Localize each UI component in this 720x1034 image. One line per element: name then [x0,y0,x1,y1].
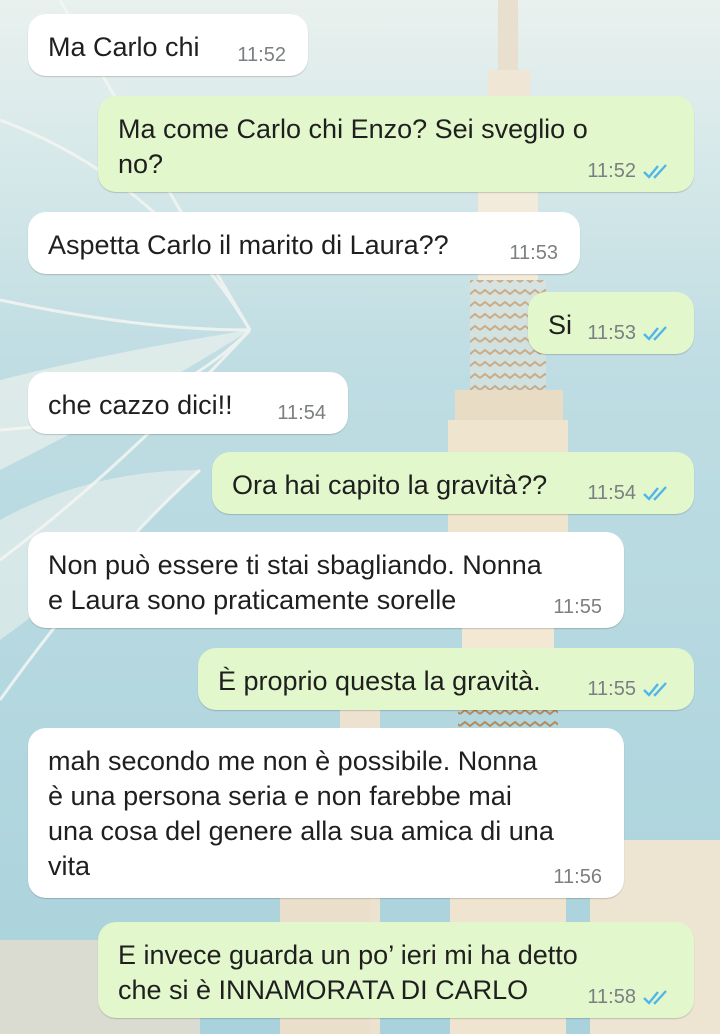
message-meta: 11:52 [237,44,286,66]
message-meta: 11:52 [587,160,672,182]
message-meta: 11:55 [553,596,602,618]
incoming-message-bubble[interactable]: Non può essere ti stai sbagliando. Nonna… [28,532,624,628]
chat-thread: Ma Carlo chi 11:52 Ma come Carlo chi Enz… [0,0,720,1034]
incoming-message-bubble[interactable]: mah secondo me non è possibile. Nonna è … [28,728,624,898]
message-time: 11:52 [587,160,636,182]
double-check-read-icon [643,326,667,341]
message-text: Aspetta Carlo il marito di Laura?? [48,230,449,260]
double-check-read-icon [643,990,667,1005]
message-meta: 11:56 [553,866,602,888]
message-time: 11:53 [509,242,558,264]
outgoing-message-bubble[interactable]: Ora hai capito la gravità?? 11:54 [212,452,694,514]
incoming-message-bubble[interactable]: Ma Carlo chi 11:52 [28,14,308,76]
message-time: 11:54 [277,402,326,424]
message-text: mah secondo me non è possibile. Nonna è … [48,746,554,881]
message-time: 11:55 [553,596,602,618]
message-meta: 11:54 [277,402,326,424]
message-meta: 11:54 [587,482,672,504]
message-time: 11:58 [587,986,636,1008]
outgoing-message-bubble[interactable]: È proprio questa la gravità. 11:55 [198,648,694,710]
outgoing-message-bubble[interactable]: Si 11:53 [528,292,694,354]
message-time: 11:52 [237,44,286,66]
double-check-read-icon [643,486,667,501]
message-time: 11:54 [587,482,636,504]
incoming-message-bubble[interactable]: che cazzo dici!! 11:54 [28,372,348,434]
double-check-read-icon [643,682,667,697]
outgoing-message-bubble[interactable]: E invece guarda un po’ ieri mi ha detto … [98,922,694,1018]
double-check-read-icon [643,164,667,179]
message-time: 11:55 [587,678,636,700]
outgoing-message-bubble[interactable]: Ma come Carlo chi Enzo? Sei sveglio o no… [98,96,694,192]
incoming-message-bubble[interactable]: Aspetta Carlo il marito di Laura?? 11:53 [28,212,580,274]
message-meta: 11:55 [587,678,672,700]
message-time: 11:56 [553,866,602,888]
message-meta: 11:58 [587,986,672,1008]
message-time: 11:53 [587,322,636,344]
message-meta: 11:53 [509,242,558,264]
message-meta: 11:53 [587,322,672,344]
message-text: Non può essere ti stai sbagliando. Nonna… [48,550,542,615]
